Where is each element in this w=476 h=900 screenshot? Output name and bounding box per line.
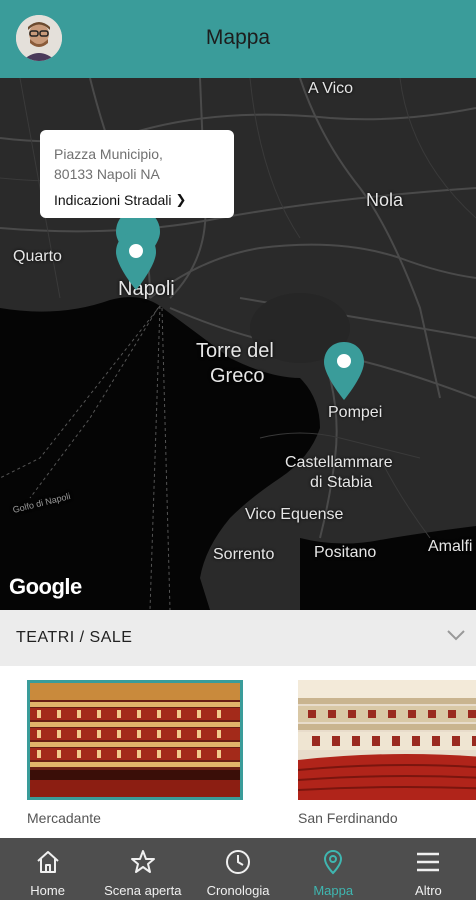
- theater-image: [27, 680, 243, 800]
- callout-address-line1: Piazza Municipio,: [54, 146, 163, 162]
- place-label: Amalfi: [428, 538, 473, 555]
- place-label: Torre del: [196, 340, 274, 362]
- nav-label: Mappa: [313, 883, 354, 898]
- map-info-callout[interactable]: Piazza Municipio, 80133 Napoli NA Indica…: [40, 130, 234, 218]
- place-label: Quarto: [13, 248, 62, 265]
- chevron-right-icon: ❯: [175, 192, 187, 207]
- nav-item-home[interactable]: Home: [0, 838, 95, 900]
- place-label: Nola: [366, 190, 404, 210]
- theater-card-label: San Ferdinando: [298, 810, 398, 826]
- section-header-teatri[interactable]: TEATRI / SALE: [0, 610, 476, 666]
- menu-icon: [417, 852, 440, 872]
- place-label: Castellammare: [285, 454, 393, 471]
- section-title: TEATRI / SALE: [16, 629, 133, 646]
- theater-image: [298, 680, 476, 800]
- map-pin-pompei[interactable]: [322, 340, 366, 400]
- callout-address-line2: 80133 Napoli NA: [54, 166, 160, 182]
- place-label: A Vico: [308, 80, 354, 97]
- directions-link[interactable]: Indicazioni Stradali ❯: [54, 192, 220, 208]
- google-attribution: Google: [9, 574, 82, 599]
- theater-card-label: Mercadante: [27, 810, 101, 826]
- place-label: Pompei: [328, 404, 383, 421]
- page-title: Mappa: [205, 26, 271, 49]
- home-icon: [36, 851, 59, 873]
- map-pin-icon: [324, 849, 343, 875]
- nav-label: Home: [30, 883, 65, 898]
- directions-label: Indicazioni Stradali: [54, 192, 172, 208]
- place-label: Vico Equense: [245, 506, 344, 523]
- place-label: Greco: [210, 365, 265, 387]
- nav-label: Altro: [415, 883, 442, 898]
- place-label: Sorrento: [213, 546, 275, 563]
- clock-icon: [226, 850, 250, 874]
- map-pin-napoli[interactable]: [114, 230, 158, 290]
- chevron-down-icon[interactable]: [446, 628, 466, 642]
- theater-card-mercadante[interactable]: Mercadante: [27, 680, 243, 826]
- nav-item-cronologia[interactable]: Cronologia: [190, 838, 285, 900]
- place-label: Positano: [314, 544, 377, 561]
- nav-label: Cronologia: [206, 883, 270, 898]
- map-view[interactable]: A Vico Nola Quarto Napoli Torre del Grec…: [0, 78, 476, 610]
- place-label: di Stabia: [310, 474, 373, 491]
- nav-item-mappa[interactable]: Mappa: [286, 838, 381, 900]
- nav-item-scena-aperta[interactable]: Scena aperta: [95, 838, 190, 900]
- theater-card-carousel[interactable]: Mercadante San Ferdinando: [0, 666, 476, 838]
- star-icon: [130, 850, 155, 873]
- nav-item-altro[interactable]: Altro: [381, 838, 476, 900]
- theater-card-san-ferdinando[interactable]: San Ferdinando: [298, 680, 476, 826]
- nav-label: Scena aperta: [104, 883, 182, 898]
- app-header: Mappa: [0, 0, 476, 78]
- bottom-navigation: Home Scena aperta Cronologia Mappa Altro: [0, 838, 476, 900]
